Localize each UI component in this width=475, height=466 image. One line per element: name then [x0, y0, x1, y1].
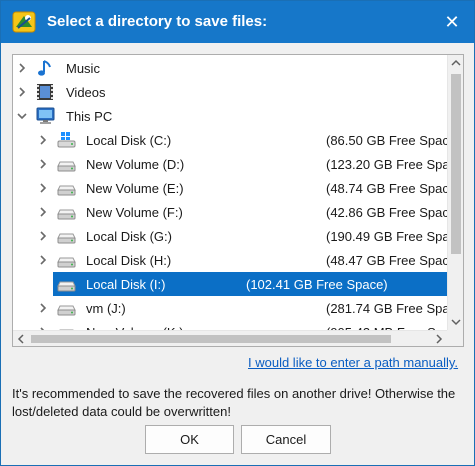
drive-icon	[57, 305, 76, 316]
chevron-right-icon[interactable]	[37, 134, 49, 146]
drive-icon	[57, 185, 76, 196]
overwrite-warning: It's recommended to save the recovered f…	[12, 386, 456, 419]
chevron-right-icon[interactable]	[37, 206, 49, 218]
scroll-right-icon[interactable]	[431, 331, 447, 347]
tree-item-label: New Volume (D:)	[86, 157, 185, 172]
cancel-button[interactable]: Cancel	[241, 425, 331, 454]
tree-item[interactable]: Local Disk (H:) (48.47 GB Free Space)	[13, 248, 460, 272]
tree-item[interactable]: Videos	[13, 80, 447, 104]
tree-item-free-space: (48.74 GB Free Space)	[326, 181, 461, 196]
tree-item[interactable]: Local Disk (C:) (86.50 GB Free Space)	[13, 128, 460, 152]
chevron-right-icon[interactable]	[37, 302, 49, 314]
tree-item[interactable]: New Volume (E:) (48.74 GB Free Space)	[13, 176, 460, 200]
tree-item[interactable]: Music	[13, 56, 447, 80]
tree-item-label: New Volume (F:)	[86, 205, 183, 220]
drive-icon	[57, 209, 76, 220]
tree-item-free-space: (102.41 GB Free Space)	[246, 277, 388, 292]
chevron-right-icon[interactable]	[37, 254, 49, 266]
horizontal-scroll-thumb[interactable]	[31, 335, 391, 343]
tree-item-label: vm (J:)	[86, 301, 126, 316]
close-button[interactable]: ✕	[438, 9, 466, 35]
tree-item-label: Local Disk (H:)	[86, 253, 172, 268]
enter-path-manually-link[interactable]: I would like to enter a path manually.	[248, 355, 458, 370]
dialog-title: Select a directory to save files:	[47, 13, 268, 30]
drive-icon	[57, 257, 76, 268]
chevron-right-icon[interactable]	[16, 62, 28, 74]
tree-item-free-space: (86.50 GB Free Space)	[326, 133, 461, 148]
tree-item[interactable]: Local Disk (I:) (102.41 GB Free Space)	[40, 272, 447, 296]
chevron-right-icon[interactable]	[37, 158, 49, 170]
music-icon	[38, 60, 51, 76]
scroll-up-icon[interactable]	[448, 55, 464, 71]
tree-item-label: This PC	[66, 109, 113, 124]
chevron-right-icon[interactable]	[37, 278, 49, 290]
video-icon	[37, 84, 53, 100]
vertical-scroll-thumb[interactable]	[451, 74, 461, 254]
scrollbar-corner	[447, 330, 463, 346]
tree-item-label: Local Disk (I:)	[86, 277, 166, 292]
horizontal-scrollbar[interactable]	[13, 330, 447, 347]
drive-icon	[57, 161, 76, 172]
computer-icon	[36, 107, 55, 124]
tree-item[interactable]: This PC	[13, 104, 447, 128]
tree-item[interactable]: New Volume (F:) (42.86 GB Free Space)	[13, 200, 460, 224]
drive-icon	[57, 281, 76, 292]
title-bar: Select a directory to save files: ✕	[1, 1, 474, 43]
chevron-right-icon[interactable]	[16, 86, 28, 98]
ok-button[interactable]: OK	[145, 425, 234, 454]
scroll-down-icon[interactable]	[448, 314, 464, 330]
tree-item[interactable]: New Volume (D:) (123.20 GB Free Space)	[13, 152, 463, 176]
tree-item-label: Local Disk (G:)	[86, 229, 172, 244]
tree-item[interactable]: vm (J:) (281.74 GB Free Space)	[13, 296, 463, 320]
vertical-scrollbar[interactable]	[447, 55, 464, 330]
tree-item-free-space: (123.20 GB Free Space)	[326, 157, 464, 172]
tree-item-free-space: (42.86 GB Free Space)	[326, 205, 461, 220]
directory-tree[interactable]: Music Videos This PC Local Disk (C:) (86.50 …	[12, 54, 464, 347]
save-directory-dialog: Select a directory to save files: ✕ Musi…	[0, 0, 475, 466]
tree-item-free-space: (281.74 GB Free Space)	[326, 301, 464, 316]
tree-item-label: Local Disk (C:)	[86, 133, 172, 148]
scroll-left-icon[interactable]	[13, 331, 29, 347]
tree-item-free-space: (190.49 GB Free Space)	[326, 229, 464, 244]
chevron-right-icon[interactable]	[37, 182, 49, 194]
app-logo-icon	[12, 11, 36, 33]
chevron-right-icon[interactable]	[37, 230, 49, 242]
tree-item[interactable]: Local Disk (G:) (190.49 GB Free Space)	[13, 224, 463, 248]
tree-item-label: Videos	[66, 85, 106, 100]
tree-item-free-space: (48.47 GB Free Space)	[326, 253, 461, 268]
tree-item-label: Music	[66, 61, 100, 76]
chevron-down-icon[interactable]	[16, 110, 28, 122]
tree-item-label: New Volume (E:)	[86, 181, 184, 196]
drive-icon	[57, 233, 76, 244]
windows-drive-icon	[57, 132, 76, 148]
